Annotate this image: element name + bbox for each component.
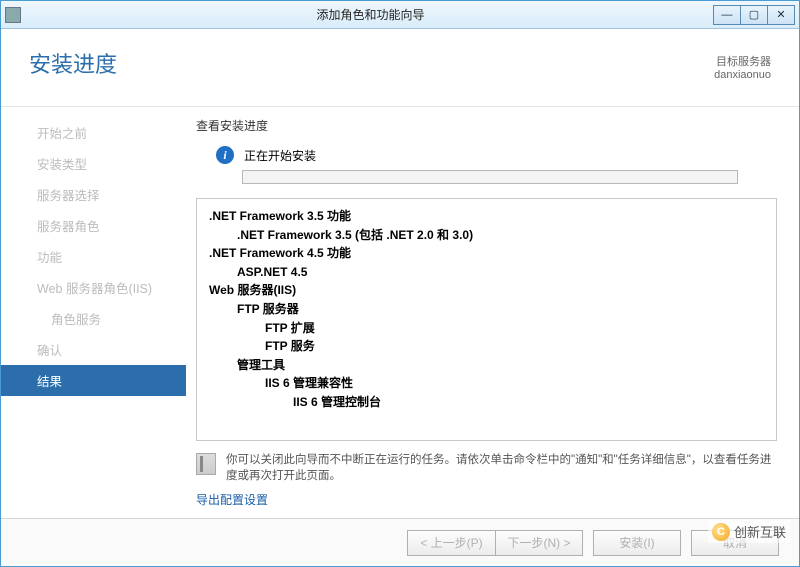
title-bar: 添加角色和功能向导 — ▢ ✕ <box>1 1 799 29</box>
nav-button-pair: < 上一步(P) 下一步(N) > <box>407 530 583 556</box>
flag-icon <box>196 453 216 475</box>
window-title: 添加角色和功能向导 <box>27 6 714 23</box>
main-panel: 查看安装进度 i 正在开始安装 .NET Framework 3.5 功能.NE… <box>186 107 799 518</box>
server-label: 目标服务器 <box>714 53 771 69</box>
app-icon <box>5 7 21 23</box>
progress-bar <box>242 170 738 184</box>
body: 开始之前 安装类型 服务器选择 服务器角色 功能 Web 服务器角色(IIS) … <box>1 107 799 518</box>
server-name: danxiaonuo <box>714 69 771 81</box>
step-results[interactable]: 结果 <box>1 365 186 396</box>
step-server-select: 服务器选择 <box>1 179 186 210</box>
feature-item: .NET Framework 3.5 功能 <box>209 207 764 226</box>
feature-item: IIS 6 管理控制台 <box>209 393 764 412</box>
step-before-begin: 开始之前 <box>1 117 186 148</box>
step-features: 功能 <box>1 241 186 272</box>
close-button[interactable]: ✕ <box>767 5 795 25</box>
section-label: 查看安装进度 <box>196 117 777 134</box>
step-confirm: 确认 <box>1 334 186 365</box>
prev-button[interactable]: < 上一步(P) <box>407 530 495 556</box>
feature-item: FTP 服务器 <box>209 300 764 319</box>
watermark-icon: C <box>712 523 730 541</box>
status-text: 正在开始安装 <box>244 147 316 164</box>
step-install-type: 安装类型 <box>1 148 186 179</box>
feature-item: 管理工具 <box>209 356 764 375</box>
feature-item: Web 服务器(IIS) <box>209 281 764 300</box>
feature-item: ASP.NET 4.5 <box>209 263 764 282</box>
server-info: 目标服务器 danxiaonuo <box>714 47 771 106</box>
step-server-roles: 服务器角色 <box>1 210 186 241</box>
sidebar: 开始之前 安装类型 服务器选择 服务器角色 功能 Web 服务器角色(IIS) … <box>1 107 186 518</box>
feature-item: IIS 6 管理兼容性 <box>209 374 764 393</box>
feature-item: .NET Framework 3.5 (包括 .NET 2.0 和 3.0) <box>209 226 764 245</box>
feature-item: FTP 扩展 <box>209 319 764 338</box>
note-text: 你可以关闭此向导而不中断正在运行的任务。请依次单击命令栏中的"通知"和"任务详细… <box>226 451 777 483</box>
step-role-services: 角色服务 <box>1 303 186 334</box>
step-web-server-iis: Web 服务器角色(IIS) <box>1 272 186 303</box>
content: 安装进度 目标服务器 danxiaonuo 开始之前 安装类型 服务器选择 服务… <box>1 29 799 566</box>
header: 安装进度 目标服务器 danxiaonuo <box>1 29 799 107</box>
export-config-link[interactable]: 导出配置设置 <box>196 489 777 518</box>
watermark-text: 创新互联 <box>734 522 786 541</box>
maximize-button[interactable]: ▢ <box>740 5 768 25</box>
page-title: 安装进度 <box>29 47 714 106</box>
status-row: i 正在开始安装 <box>196 146 777 164</box>
watermark: C 创新互联 <box>708 520 790 543</box>
feature-listbox[interactable]: .NET Framework 3.5 功能.NET Framework 3.5 … <box>196 198 777 441</box>
footer: < 上一步(P) 下一步(N) > 安装(I) 取消 <box>1 518 799 566</box>
feature-item: FTP 服务 <box>209 337 764 356</box>
minimize-button[interactable]: — <box>713 5 741 25</box>
feature-item: .NET Framework 4.5 功能 <box>209 244 764 263</box>
next-button[interactable]: 下一步(N) > <box>495 530 583 556</box>
install-button[interactable]: 安装(I) <box>593 530 681 556</box>
info-icon: i <box>216 146 234 164</box>
window-controls: — ▢ ✕ <box>714 5 795 25</box>
note-row: 你可以关闭此向导而不中断正在运行的任务。请依次单击命令栏中的"通知"和"任务详细… <box>196 449 777 489</box>
